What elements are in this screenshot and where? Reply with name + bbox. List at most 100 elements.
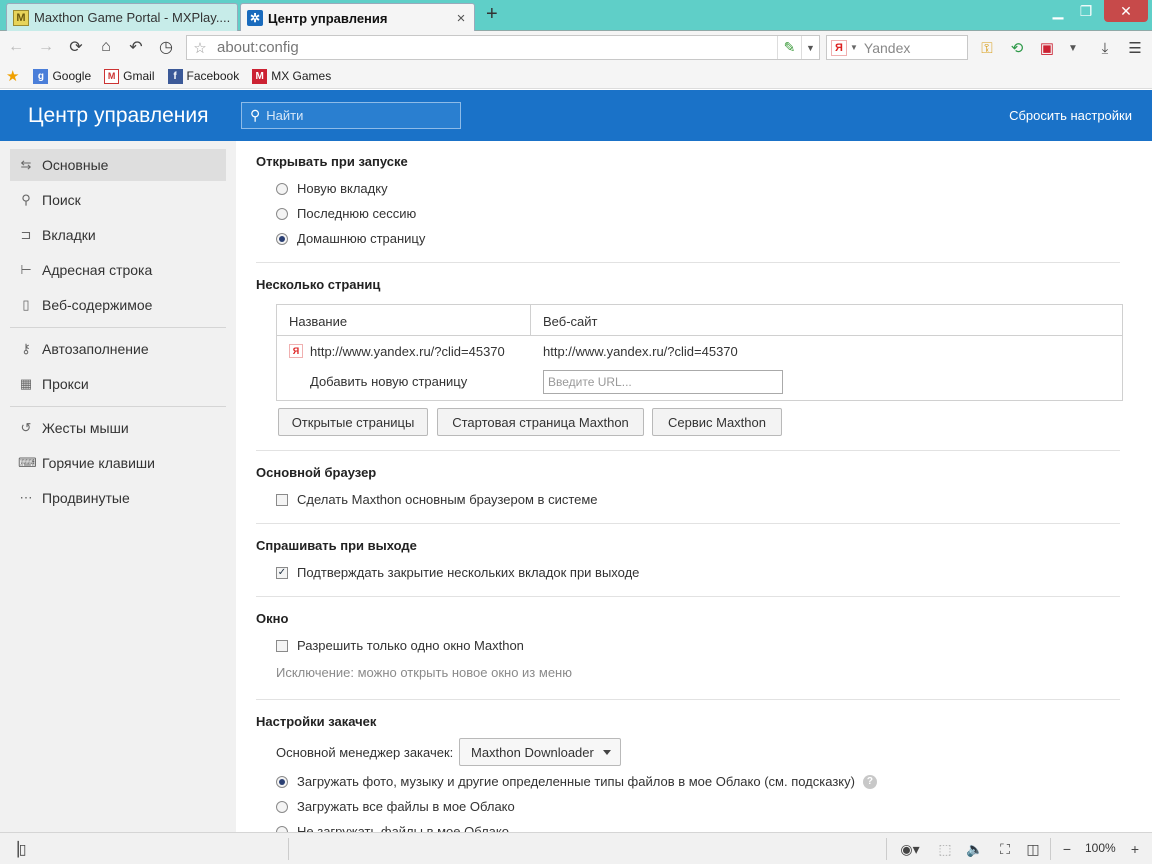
radio-button-selected[interactable] [276, 775, 288, 788]
address-text[interactable]: about:config [213, 39, 777, 56]
minimize-icon[interactable]: ▁ [1046, 0, 1070, 22]
sidebar-item-web-content[interactable]: ▯ Веб-содержимое [10, 289, 226, 321]
checkbox-single-window[interactable]: Разрешить только одно окно Maxthon [276, 638, 524, 653]
sidebar-item-label: Автозаполнение [42, 341, 149, 357]
checkbox[interactable] [276, 639, 288, 652]
section-title-downloads: Настройки закачек [256, 714, 377, 729]
sidebar-item-label: Основные [42, 157, 109, 173]
split-view-icon[interactable]: ◫ [1022, 839, 1044, 859]
checkbox-confirm-close-tabs[interactable]: ✓ Подтверждать закрытие нескольких вклад… [276, 565, 639, 580]
help-icon[interactable]: ? [862, 774, 877, 789]
yandex-icon: Я [831, 39, 847, 56]
window-close-icon[interactable]: ✕ [1104, 0, 1148, 22]
menu-icon[interactable]: ☰ [1124, 37, 1146, 59]
url-input[interactable] [543, 370, 783, 394]
gmail-icon: M [104, 68, 120, 84]
search-placeholder[interactable]: Найти [266, 108, 303, 123]
bookmark-star-icon[interactable]: ☆ [187, 39, 213, 57]
zoom-level[interactable]: 100% [1085, 841, 1116, 855]
sidebar-item-proxy[interactable]: ▦ Прокси [10, 368, 226, 400]
radio-startup-home-page[interactable]: Домашнюю страницу [276, 231, 425, 246]
chevron-down-icon [603, 750, 611, 755]
back-arrow-icon[interactable]: ← [6, 37, 26, 57]
settings-search-input[interactable]: ⚲ Найти [241, 102, 461, 129]
table-cell-name[interactable]: http://www.yandex.ru/?clid=45370 [310, 344, 505, 359]
tab-game-portal[interactable]: M Maxthon Game Portal - MXPlay.... [6, 3, 238, 31]
checkbox-checked[interactable]: ✓ [276, 566, 288, 579]
pages-table: Название Веб-сайт Я http://www.yandex.ru… [276, 304, 1123, 401]
address-bar[interactable]: ☆ about:config ✎ ▼ [186, 35, 820, 60]
section-divider [256, 262, 1120, 263]
bookmark-google[interactable]: g Google [33, 68, 92, 84]
search-box[interactable]: Я ▼ Yandex [826, 35, 968, 60]
screenshot-icon[interactable]: ⬚ [934, 839, 956, 859]
sidebar-item-search[interactable]: ⚲ Поиск [10, 184, 226, 216]
reset-settings-link[interactable]: Сбросить настройки [1009, 108, 1132, 123]
go-icon[interactable]: ✎ [777, 36, 801, 59]
home-icon[interactable]: ⌂ [96, 37, 116, 57]
adblock-icon[interactable]: ◉▾ [896, 839, 924, 859]
radio-button[interactable] [276, 182, 288, 195]
settings-header: Центр управления ⚲ Найти Сбросить настро… [0, 90, 1152, 141]
radio-cloud-none[interactable]: Не загружать файлы в мое Облако [276, 824, 509, 832]
sidebar-item-hotkeys[interactable]: ⌨ Горячие клавиши [10, 447, 226, 479]
key-icon[interactable]: ⚿ [976, 37, 998, 59]
window-hint: Исключение: можно открыть новое окно из … [276, 665, 572, 680]
sidebar-item-autofill[interactable]: ⚷ Автозаполнение [10, 333, 226, 365]
tab-control-center[interactable]: ✲ Центр управления × [240, 3, 475, 32]
download-manager-select[interactable]: Maxthon Downloader [459, 738, 621, 766]
status-separator [886, 838, 887, 860]
maxthon-start-page-button[interactable]: Стартовая страница Maxthon [437, 408, 644, 436]
volume-icon[interactable]: 🔈 [964, 839, 986, 859]
status-separator [1050, 838, 1051, 860]
favorites-star-icon[interactable]: ★ [6, 67, 19, 85]
close-tab-icon[interactable]: × [454, 10, 468, 27]
reload-icon[interactable]: ⟳ [66, 37, 86, 57]
sidebar-item-mouse-gestures[interactable]: ↺ Жесты мыши [10, 412, 226, 444]
sidebar-item-address-bar[interactable]: ⊢ Адресная строка [10, 254, 226, 286]
restore-icon[interactable]: ❐ [1074, 0, 1098, 22]
bookmark-gmail[interactable]: M Gmail [104, 68, 155, 84]
sidebar-toggle-icon[interactable]: ▕▯ [8, 841, 26, 858]
zoom-out-icon[interactable]: − [1058, 839, 1076, 859]
radio-cloud-some-files[interactable]: Загружать фото, музыку и другие определе… [276, 774, 877, 789]
undo-close-icon[interactable]: ↶ [126, 37, 146, 57]
section-title-pages: Несколько страниц [256, 277, 381, 292]
radio-startup-new-tab[interactable]: Новую вкладку [276, 181, 388, 196]
checkbox[interactable] [276, 493, 288, 506]
download-icon[interactable]: ⤓ [1094, 37, 1116, 59]
sidebar-item-label: Вкладки [42, 227, 96, 243]
radio-button[interactable] [276, 207, 288, 220]
radio-cloud-all-files[interactable]: Загружать все файлы в мое Облако [276, 799, 515, 814]
search-icon: ⚲ [21, 192, 31, 207]
mx-games-toolbar-icon[interactable]: ▣ [1036, 37, 1058, 59]
search-icon: ⚲ [250, 107, 261, 123]
account-sync-icon[interactable]: ⟲ [1006, 37, 1028, 59]
maxthon-service-button[interactable]: Сервис Maxthon [652, 408, 782, 436]
section-divider [256, 523, 1120, 524]
zoom-in-icon[interactable]: + [1126, 839, 1144, 859]
search-engine-name[interactable]: Yandex [864, 40, 910, 56]
section-title-default-browser: Основной браузер [256, 465, 377, 480]
sidebar-item-general[interactable]: ⇆ Основные [10, 149, 226, 181]
address-dropdown-icon[interactable]: ▼ [801, 36, 819, 59]
sidebar-item-advanced[interactable]: ⋯ Продвинутые [10, 482, 226, 514]
fullscreen-icon[interactable]: ⛶ [994, 839, 1016, 859]
open-pages-button[interactable]: Открытые страницы [278, 408, 428, 436]
proxy-icon: ▦ [19, 376, 33, 391]
search-engine-dropdown-icon[interactable]: ▼ [850, 43, 858, 52]
forward-arrow-icon[interactable]: → [36, 37, 56, 57]
table-cell-site[interactable]: http://www.yandex.ru/?clid=45370 [543, 344, 738, 359]
sidebar-item-tabs[interactable]: ⊐ Вкладки [10, 219, 226, 251]
bookmark-label: Google [52, 69, 92, 83]
radio-startup-last-session[interactable]: Последнюю сессию [276, 206, 416, 221]
new-tab-button[interactable]: + [486, 4, 498, 24]
checkbox-default-browser[interactable]: Сделать Maxthon основным браузером в сис… [276, 492, 598, 507]
bookmark-mx-games[interactable]: M MX Games [252, 68, 331, 84]
history-clock-icon[interactable]: ◷ [156, 37, 176, 57]
content-scrollbar[interactable] [1140, 141, 1152, 832]
toolbar-dropdown-icon[interactable]: ▼ [1062, 37, 1084, 59]
radio-button[interactable] [276, 800, 288, 813]
bookmark-facebook[interactable]: f Facebook [167, 68, 239, 84]
radio-button-selected[interactable] [276, 232, 288, 245]
